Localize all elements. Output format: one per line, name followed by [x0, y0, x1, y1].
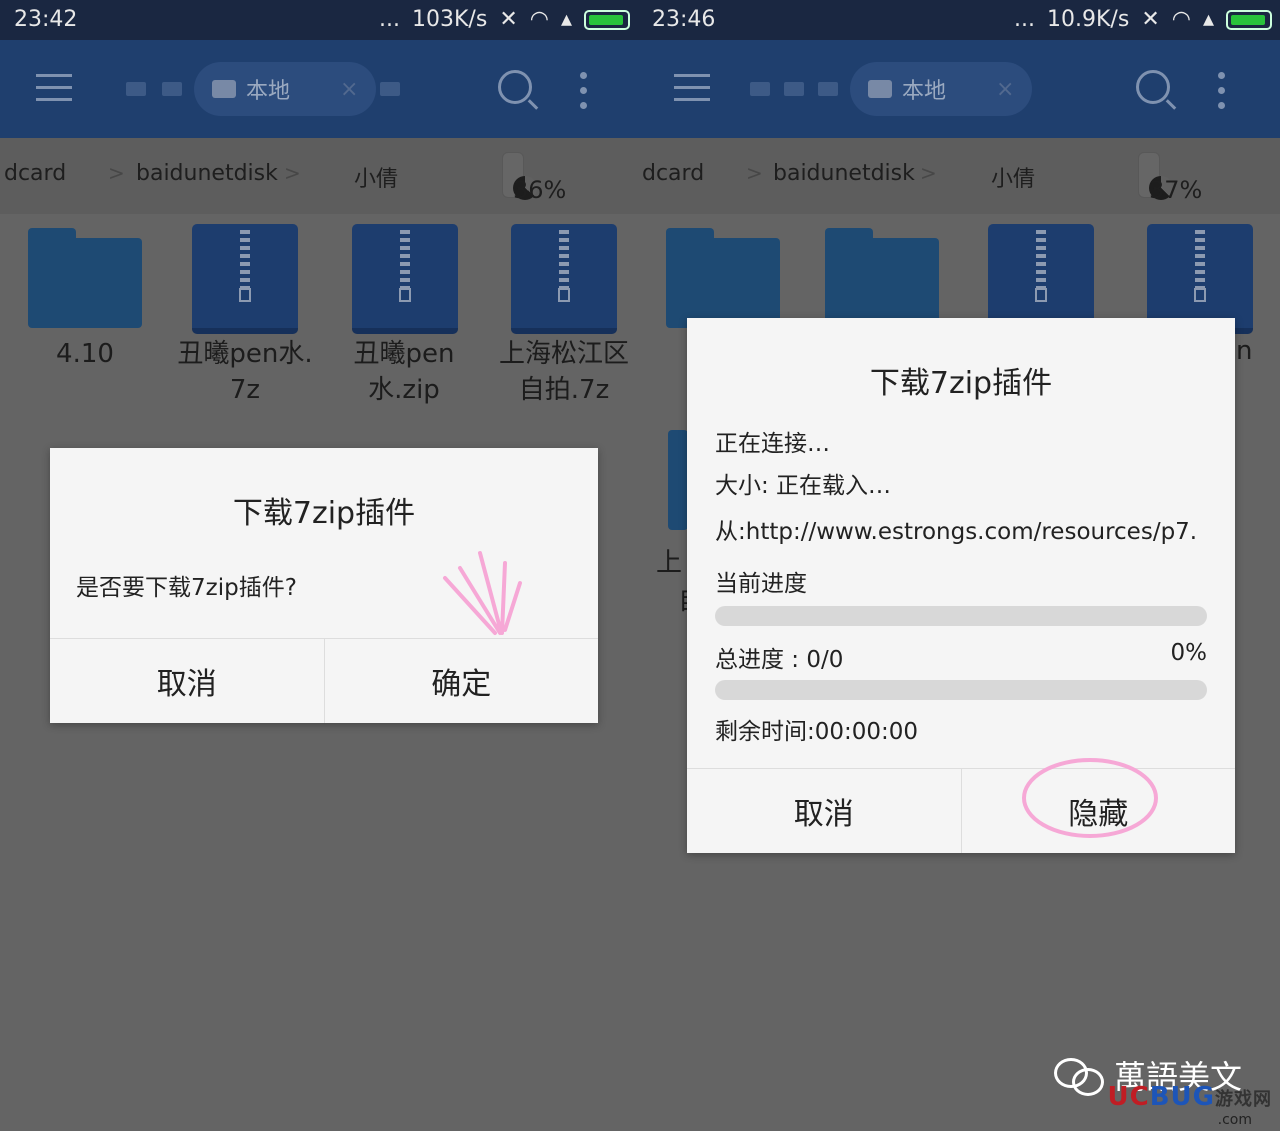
battery-icon [1226, 9, 1272, 30]
folder-icon[interactable] [784, 82, 804, 96]
network-speed: 10.9K/s [1047, 7, 1130, 32]
circle-annotation [1022, 758, 1158, 838]
close-tab-icon[interactable]: × [996, 77, 1014, 102]
dialog-message: 是否要下载7zip插件? [76, 575, 297, 601]
disk-icon [868, 80, 892, 98]
chevron-right-icon: > [746, 161, 763, 185]
folder-item[interactable] [825, 220, 939, 330]
breadcrumb-item[interactable]: 小倩 [354, 161, 398, 193]
folder-icon[interactable] [380, 82, 400, 96]
dialog-title: 下载7zip插件 [232, 496, 416, 531]
breadcrumb-item[interactable]: dcard [642, 161, 704, 186]
cancel-button[interactable]: 取消 [50, 639, 324, 723]
confirm-button[interactable]: 确定 [323, 639, 599, 723]
folder-icon[interactable] [162, 82, 182, 96]
right-phone-screen: 23:46 ... 10.9K/s ✕ ◠ ▴ 本地 × dcard > bai… [638, 0, 1280, 1131]
battery-icon [584, 9, 630, 30]
connecting-status: 正在连接… [715, 431, 830, 457]
current-progress-label: 当前进度 [715, 571, 807, 597]
current-progress-bar [715, 606, 1207, 626]
pointer-annotation [443, 551, 522, 635]
breadcrumb-item[interactable]: 小倩 [991, 161, 1035, 193]
folder-item[interactable] [28, 220, 142, 330]
total-progress-label: 总进度 : 0/0 [715, 647, 844, 673]
more-options-icon[interactable] [580, 72, 587, 117]
watermark-domain: .com [1217, 1112, 1252, 1128]
dialog-title: 下载7zip插件 [869, 366, 1053, 401]
cancel-button[interactable]: 取消 [687, 769, 961, 853]
tab-local[interactable]: 本地 × [194, 62, 377, 116]
breadcrumb: dcard > baidunetdisk > 小倩 37% [638, 138, 1280, 214]
search-icon[interactable] [498, 70, 532, 104]
search-icon[interactable] [1136, 70, 1170, 104]
left-phone-screen: 23:42 ... 103K/s ✕ ◠ ▴ 本地 × dcard > baid… [0, 0, 638, 1131]
partial-file-name: n [1236, 336, 1253, 366]
zip-file-icon[interactable] [352, 224, 458, 334]
more-dots: ... [1014, 7, 1036, 32]
status-time: 23:46 [652, 7, 716, 32]
status-bar: 23:46 ... 10.9K/s ✕ ◠ ▴ [638, 0, 1280, 40]
folder-icon[interactable] [126, 82, 146, 96]
zip-file-icon[interactable] [192, 224, 298, 334]
home-icon[interactable] [750, 82, 770, 96]
mute-icon: ✕ [499, 7, 518, 32]
toolbar: 本地 × [638, 40, 1280, 138]
file-name: 丑曦pen 水.zip [353, 339, 455, 405]
file-name: 4.10 [56, 339, 114, 369]
zip-file-icon[interactable] [511, 224, 617, 334]
storage-usage[interactable]: 37% [1138, 152, 1202, 204]
signal-icon: ▴ [560, 7, 572, 32]
signal-icon: ▴ [1202, 7, 1214, 32]
total-progress-percent: 0% [1170, 640, 1208, 666]
menu-icon[interactable] [674, 74, 710, 104]
breadcrumb: dcard > baidunetdisk > 小倩 36% [0, 138, 638, 214]
folder-item[interactable] [666, 220, 780, 330]
download-source: 从:http://www.estrongs.com/resources/p7. [715, 519, 1198, 545]
partial-file-name: 上 [656, 548, 683, 578]
toolbar: 本地 × [0, 40, 638, 138]
more-dots: ... [379, 7, 401, 32]
remaining-time: 剩余时间:00:00:00 [715, 719, 919, 745]
file-name: 丑曦pen水. 7z [177, 339, 313, 405]
chevron-right-icon: > [284, 161, 301, 185]
breadcrumb-item[interactable]: baidunetdisk [773, 161, 915, 186]
wifi-icon: ◠ [1171, 7, 1191, 32]
file-name: 上海松江区 自拍.7z [498, 339, 629, 405]
status-bar: 23:42 ... 103K/s ✕ ◠ ▴ [0, 0, 638, 40]
storage-usage[interactable]: 36% [502, 152, 566, 204]
breadcrumb-item[interactable]: dcard [4, 161, 66, 186]
wechat-icon [1053, 1056, 1104, 1096]
wifi-icon: ◠ [529, 7, 549, 32]
menu-icon[interactable] [36, 74, 72, 104]
status-time: 23:42 [14, 7, 78, 32]
network-speed: 103K/s [412, 7, 488, 32]
close-tab-icon[interactable]: × [340, 77, 358, 102]
download-progress-dialog: 下载7zip插件 正在连接… 大小: 正在载入… 从:http://www.es… [687, 318, 1235, 853]
folder-icon[interactable] [818, 82, 838, 96]
file-size: 大小: 正在载入… [715, 473, 892, 499]
tab-label: 本地 [902, 79, 947, 104]
tab-local[interactable]: 本地 × [850, 62, 1033, 116]
total-progress-bar [715, 680, 1207, 700]
chevron-right-icon: > [920, 161, 937, 185]
disk-icon [212, 80, 236, 98]
chevron-right-icon: > [108, 161, 125, 185]
tab-label: 本地 [246, 79, 291, 104]
breadcrumb-item[interactable]: baidunetdisk [136, 161, 278, 186]
folder-item[interactable] [668, 430, 688, 530]
download-confirm-dialog: 下载7zip插件 是否要下载7zip插件? 取消 确定 [50, 448, 598, 723]
watermark-site: UCBUG游戏网 [1107, 1082, 1272, 1112]
more-options-icon[interactable] [1218, 72, 1225, 117]
mute-icon: ✕ [1141, 7, 1160, 32]
